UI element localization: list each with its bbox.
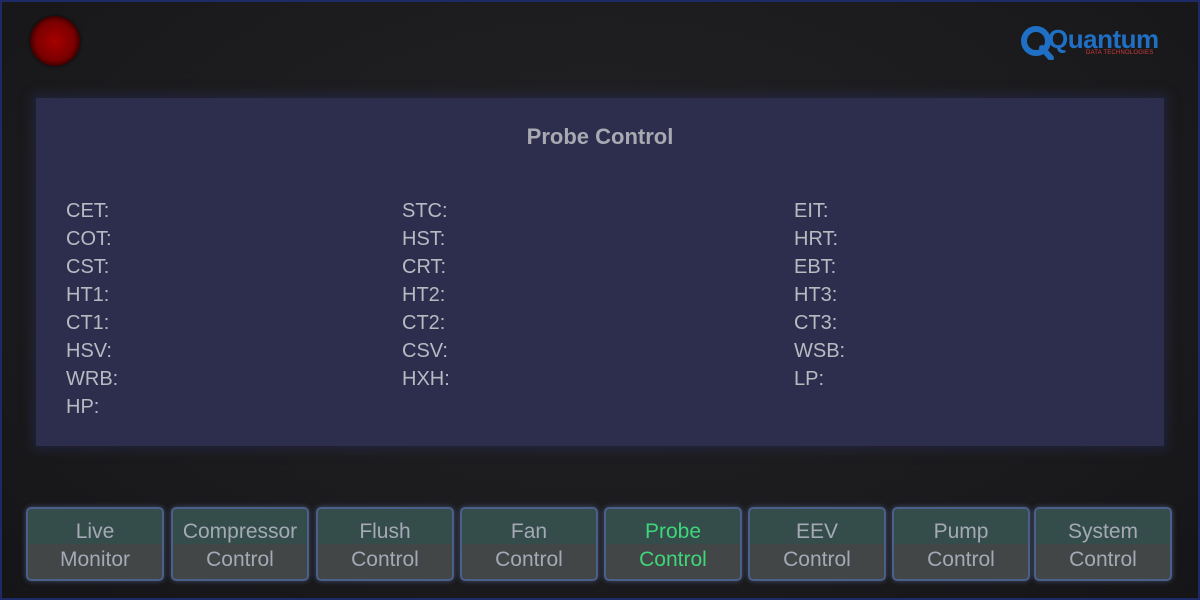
nav-button-label: Control: [639, 548, 707, 571]
probe-label: EIT:: [794, 200, 829, 222]
probe-column-1: CET: COT: CST: HT1: CT1: HSV: WRB: HP:: [66, 197, 118, 421]
probe-label: EBT:: [794, 256, 837, 278]
nav-button-label: Control: [1069, 548, 1137, 571]
nav-button-label: Control: [495, 548, 563, 571]
nav-button-system-control[interactable]: System Control: [1034, 507, 1172, 581]
probe-column-3: EIT: HRT: EBT: HT3: CT3: WSB: LP:: [794, 197, 845, 393]
nav-button-label: Monitor: [59, 548, 131, 571]
logo-tagline: DATA TECHNOLOGIES: [1086, 50, 1154, 56]
company-logo: Quantum DATA TECHNOLOGIES: [1018, 22, 1168, 62]
nav-button-label: Flush: [359, 520, 411, 543]
nav-button-label: Compressor: [182, 520, 298, 543]
probe-label: CSV:: [402, 340, 448, 362]
nav-button-label: System: [1067, 520, 1138, 543]
probe-label: COT:: [66, 228, 112, 250]
nav-button-live-monitor[interactable]: Live Monitor: [26, 507, 164, 581]
probe-label: WRB:: [66, 368, 119, 390]
nav-button-label: Live: [75, 520, 115, 543]
nav-button-label: Fan: [510, 520, 548, 543]
nav-button-probe-control[interactable]: Probe Control: [604, 507, 742, 581]
probe-label: WSB:: [794, 340, 846, 362]
probe-label: CRT:: [402, 256, 447, 278]
probe-label: CT3:: [794, 312, 838, 334]
nav-button-compressor-control[interactable]: Compressor Control: [171, 507, 309, 581]
nav-button-label: EEV: [795, 520, 839, 543]
probe-label: HT2:: [402, 284, 446, 306]
probe-label: HT3:: [794, 284, 838, 306]
probe-label: HP:: [66, 396, 100, 418]
nav-button-flush-control[interactable]: Flush Control: [316, 507, 454, 581]
probe-label: HSV:: [66, 340, 112, 362]
page-title: Probe Control: [526, 124, 674, 149]
probe-label: CET:: [66, 200, 110, 222]
nav-button-pump-control[interactable]: Pump Control: [892, 507, 1030, 581]
nav-button-label: Probe: [644, 520, 702, 543]
probe-label: CT2:: [402, 312, 446, 334]
probe-label: STC:: [402, 200, 448, 222]
nav-button-label: Pump: [933, 520, 989, 543]
probe-control-panel: [36, 98, 1164, 446]
probe-column-2: STC: HST: CRT: HT2: CT2: CSV: HXH:: [402, 197, 450, 393]
nav-button-label: Control: [927, 548, 995, 571]
probe-label: CST:: [66, 256, 110, 278]
probe-label: LP:: [794, 368, 825, 390]
probe-label: HXH:: [402, 368, 450, 390]
nav-button-label: Control: [206, 548, 274, 571]
probe-label: HST:: [402, 228, 446, 250]
nav-button-label: Control: [783, 548, 851, 571]
probe-label: HRT:: [794, 228, 839, 250]
nav-button-eev-control[interactable]: EEV Control: [748, 507, 886, 581]
probe-label: CT1:: [66, 312, 110, 334]
nav-button-label: Control: [351, 548, 419, 571]
power-led-indicator[interactable]: [30, 16, 80, 66]
nav-button-fan-control[interactable]: Fan Control: [460, 507, 598, 581]
probe-label: HT1:: [66, 284, 110, 306]
